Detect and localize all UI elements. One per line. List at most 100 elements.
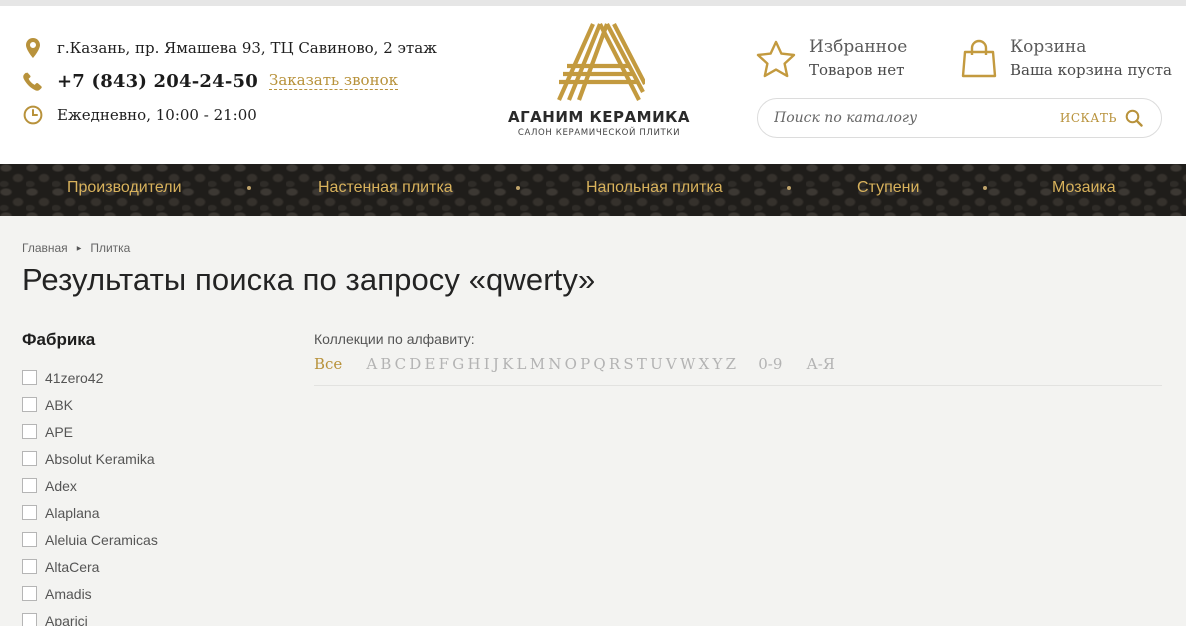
filter-checkbox[interactable] xyxy=(22,397,37,412)
nav-item-wall-tiles[interactable]: Настенная плитка xyxy=(318,164,453,216)
alphabet-letter-o[interactable]: O xyxy=(565,355,578,373)
filter-checkbox[interactable] xyxy=(22,613,37,626)
alphabet-letter-x[interactable]: X xyxy=(699,355,710,373)
alphabet-letter-z[interactable]: Z xyxy=(726,355,737,373)
breadcrumb: Главная ▶ Плитка xyxy=(22,241,130,255)
alphabet-letter-l[interactable]: L xyxy=(517,355,527,373)
search-button-label: ИСКАТЬ xyxy=(1059,111,1117,125)
filter-item[interactable]: Aleluia Ceramicas xyxy=(22,526,158,553)
page-title: Результаты поиска по запросу «qwerty» xyxy=(22,262,596,297)
logo-tagline: САЛОН КЕРАМИЧЕСКОЙ ПЛИТКИ xyxy=(517,128,681,138)
alphabet-letter-w[interactable]: W xyxy=(680,355,696,373)
favorites-link[interactable]: Избранное Товаров нет xyxy=(756,36,907,83)
search-icon xyxy=(1125,109,1143,127)
alphabet-filter: Все ABCDEFGHIJKLMNOPQRSTUVWXYZ 0-9 А-Я xyxy=(314,355,835,373)
nav-separator xyxy=(516,186,520,190)
nav-separator xyxy=(247,186,251,190)
alphabet-letter-i[interactable]: I xyxy=(484,355,490,373)
filter-item[interactable]: Amadis xyxy=(22,580,158,607)
filter-item[interactable]: Adex xyxy=(22,472,158,499)
nav-item-mosaic[interactable]: Мозаика xyxy=(1052,164,1116,216)
alphabet-letter-p[interactable]: P xyxy=(580,355,590,373)
alphabet-letter-r[interactable]: R xyxy=(609,355,621,373)
favorites-status: Товаров нет xyxy=(809,61,905,79)
cart-title: Корзина xyxy=(1010,37,1087,57)
filter-checkbox[interactable] xyxy=(22,478,37,493)
alphabet-letter-g[interactable]: G xyxy=(452,355,464,373)
cart-status: Ваша корзина пуста xyxy=(1010,61,1172,79)
filter-title: Фабрика xyxy=(22,330,96,349)
alphabet-letter-v[interactable]: V xyxy=(666,355,677,373)
alphabet-letter-n[interactable]: N xyxy=(548,355,561,373)
filter-item[interactable]: Alaplana xyxy=(22,499,158,526)
alphabet-letters: ABCDEFGHIJKLMNOPQRSTUVWXYZ xyxy=(366,355,739,373)
alphabet-letter-f[interactable]: F xyxy=(439,355,450,373)
logo-mark-icon xyxy=(557,23,645,101)
hours-text: Ежедневно, 10:00 - 21:00 xyxy=(57,106,257,124)
clock-icon xyxy=(22,104,44,126)
search-input[interactable] xyxy=(758,99,1060,137)
address-row: г.Казань, пр. Ямашева 93, ТЦ Савиново, 2… xyxy=(22,37,437,59)
callback-link[interactable]: Заказать звонок xyxy=(268,72,398,90)
filter-checkbox[interactable] xyxy=(22,532,37,547)
alphabet-letter-t[interactable]: T xyxy=(637,355,647,373)
filter-checkbox[interactable] xyxy=(22,505,37,520)
filter-item[interactable]: Absolut Keramika xyxy=(22,445,158,472)
filter-item-label: AltaCera xyxy=(45,558,100,575)
alphabet-letter-j[interactable]: J xyxy=(493,355,499,373)
filter-item-label: Adex xyxy=(45,477,77,494)
alphabet-letter-s[interactable]: S xyxy=(623,355,633,373)
factory-filter-list: 41zero42 ABK APE Absolut Keramika Adex A… xyxy=(22,364,158,626)
nav-separator xyxy=(787,186,791,190)
hours-row: Ежедневно, 10:00 - 21:00 xyxy=(22,104,257,126)
alphabet-letter-d[interactable]: D xyxy=(409,355,421,373)
alphabet-letter-b[interactable]: B xyxy=(380,355,391,373)
filter-checkbox[interactable] xyxy=(22,559,37,574)
alphabet-letter-k[interactable]: K xyxy=(502,355,513,373)
filter-item[interactable]: AltaCera xyxy=(22,553,158,580)
filter-item-label: APE xyxy=(45,423,74,440)
alphabet-letter-c[interactable]: C xyxy=(395,355,407,373)
alphabet-cyrillic[interactable]: А-Я xyxy=(806,355,835,373)
search-button[interactable]: ИСКАТЬ xyxy=(1060,109,1143,127)
breadcrumb-separator-icon: ▶ xyxy=(76,245,82,252)
alphabet-all[interactable]: Все xyxy=(314,355,342,373)
phone-number[interactable]: +7 (843) 204-24-50 xyxy=(57,71,258,92)
alphabet-letter-q[interactable]: Q xyxy=(593,355,606,373)
filter-item-label: Alaplana xyxy=(45,504,100,521)
filter-checkbox[interactable] xyxy=(22,424,37,439)
filter-checkbox[interactable] xyxy=(22,451,37,466)
alphabet-letter-m[interactable]: M xyxy=(530,355,546,373)
cart-link[interactable]: Корзина Ваша корзина пуста xyxy=(961,36,1172,83)
site-header: г.Казань, пр. Ямашева 93, ТЦ Савиново, 2… xyxy=(0,6,1186,164)
filter-checkbox[interactable] xyxy=(22,586,37,601)
filter-checkbox[interactable] xyxy=(22,370,37,385)
favorites-title: Избранное xyxy=(809,37,908,57)
alphabet-letter-y[interactable]: Y xyxy=(712,355,722,373)
nav-separator xyxy=(983,186,987,190)
alphabet-letter-a[interactable]: A xyxy=(366,355,377,373)
filter-item[interactable]: APE xyxy=(22,418,158,445)
search-box: ИСКАТЬ xyxy=(757,98,1162,138)
alphabet-letter-e[interactable]: E xyxy=(425,355,436,373)
divider xyxy=(314,385,1162,386)
alphabet-label: Коллекции по алфавиту: xyxy=(314,331,475,347)
alphabet-digits[interactable]: 0-9 xyxy=(758,355,782,373)
nav-item-floor-tiles[interactable]: Напольная плитка xyxy=(586,164,723,216)
nav-item-steps[interactable]: Ступени xyxy=(857,164,919,216)
nav-item-manufacturers[interactable]: Производители xyxy=(67,164,182,216)
filter-item[interactable]: ABK xyxy=(22,391,158,418)
logo-brand: АГАНИМ КЕРАМИКА xyxy=(508,108,690,126)
filter-item-label: ABK xyxy=(45,396,74,413)
star-icon xyxy=(756,40,796,83)
alphabet-letter-h[interactable]: H xyxy=(467,355,480,373)
breadcrumb-tiles[interactable]: Плитка xyxy=(90,241,130,255)
filter-item[interactable]: 41zero42 xyxy=(22,364,158,391)
filter-item[interactable]: Aparici xyxy=(22,607,158,626)
phone-row: +7 (843) 204-24-50 Заказать звонок xyxy=(22,70,398,92)
alphabet-letter-u[interactable]: U xyxy=(650,355,663,373)
shopping-bag-icon xyxy=(961,38,997,83)
breadcrumb-home[interactable]: Главная xyxy=(22,241,68,255)
filter-item-label: Aleluia Ceramicas xyxy=(45,531,158,548)
site-logo[interactable]: АГАНИМ КЕРАМИКА САЛОН КЕРАМИЧЕСКОЙ ПЛИТК… xyxy=(506,22,692,152)
